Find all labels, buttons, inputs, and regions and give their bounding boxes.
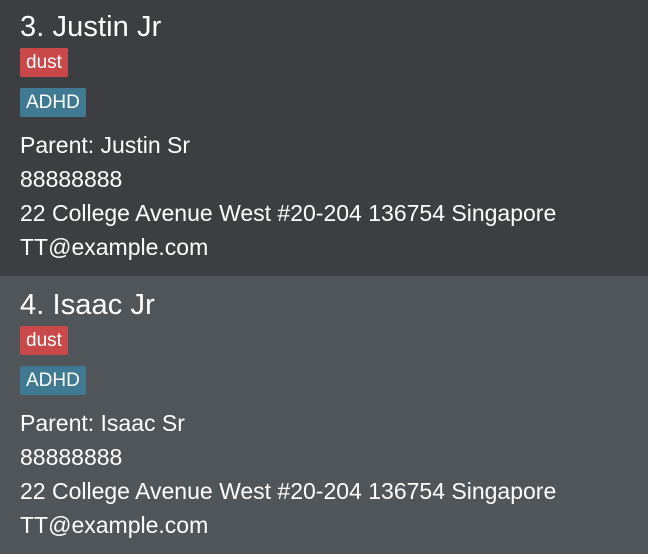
condition-tag: ADHD [20, 88, 86, 117]
contact-card[interactable]: 4. Isaac Jr dust ADHD Parent: Isaac Sr 8… [0, 276, 648, 554]
contact-list: 3. Justin Jr dust ADHD Parent: Justin Sr… [0, 0, 648, 554]
condition-tag: ADHD [20, 366, 86, 395]
contact-phone: 88888888 [20, 444, 123, 470]
contact-card[interactable]: 3. Justin Jr dust ADHD Parent: Justin Sr… [0, 0, 648, 276]
contact-parent: Parent: Justin Sr [20, 132, 191, 158]
contact-parent: Parent: Isaac Sr [20, 410, 185, 436]
contact-email: TT@example.com [20, 512, 209, 538]
contact-address: 22 College Avenue West #20-204 136754 Si… [20, 200, 557, 226]
condition-tags: ADHD [20, 84, 636, 128]
condition-tags: ADHD [20, 362, 636, 406]
contact-email: TT@example.com [20, 234, 209, 260]
contact-phone: 88888888 [20, 166, 123, 192]
allergy-tag: dust [20, 48, 68, 77]
allergy-tag: dust [20, 326, 68, 355]
contact-name: 4. Isaac Jr [20, 289, 155, 321]
allergy-tags: dust [20, 44, 636, 84]
contact-address: 22 College Avenue West #20-204 136754 Si… [20, 478, 557, 504]
allergy-tags: dust [20, 322, 636, 362]
contact-name: 3. Justin Jr [20, 11, 162, 43]
